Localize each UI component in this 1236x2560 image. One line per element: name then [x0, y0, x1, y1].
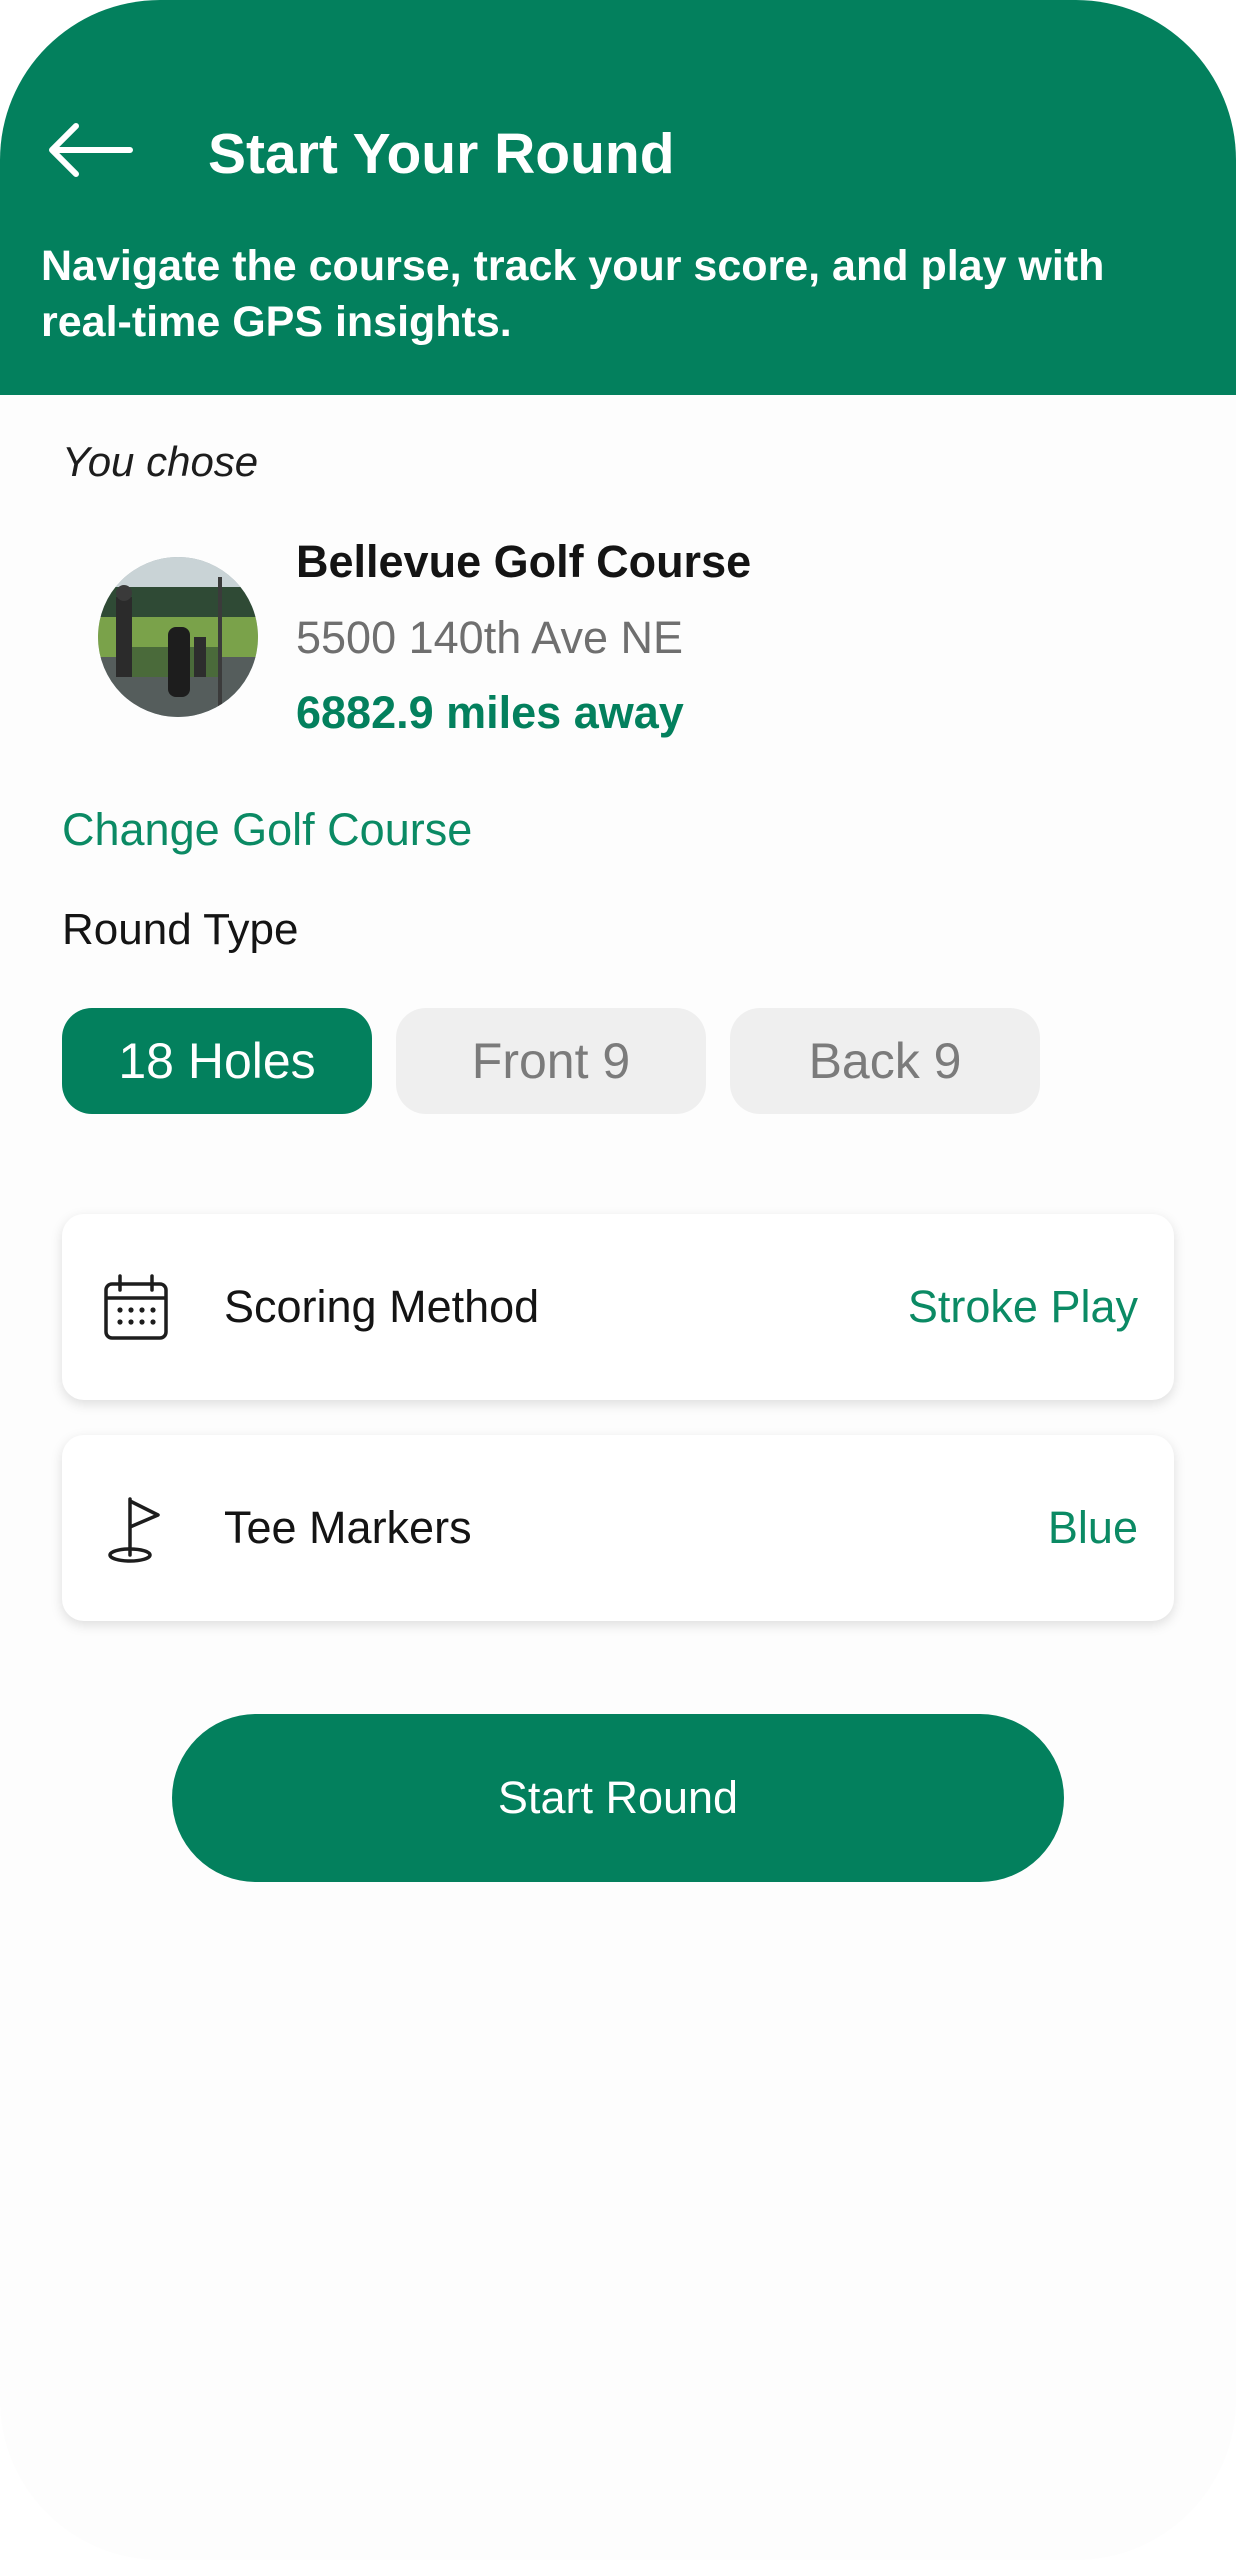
round-type-option-front-9[interactable]: Front 9: [396, 1008, 706, 1114]
start-round-button[interactable]: Start Round: [172, 1714, 1064, 1882]
back-button[interactable]: [44, 118, 136, 182]
calendar-icon: [100, 1272, 172, 1344]
scoring-method-label: Scoring Method: [224, 1281, 540, 1332]
scoring-method-value: Stroke Play: [907, 1281, 1138, 1332]
golf-flag-icon: [100, 1493, 172, 1565]
round-type-label: Round Type: [62, 905, 299, 954]
round-type-option-back-9[interactable]: Back 9: [730, 1008, 1040, 1114]
tee-markers-row[interactable]: Tee Markers Blue: [62, 1435, 1174, 1621]
app-screen: Start Your Round Navigate the course, tr…: [0, 0, 1236, 2560]
change-golf-course-link[interactable]: Change Golf Course: [62, 800, 472, 860]
tee-markers-value: Blue: [1047, 1502, 1138, 1553]
selection-intro: You chose: [62, 438, 259, 485]
course-name: Bellevue Golf Course: [296, 536, 752, 587]
course-address: 5500 140th Ave NE: [296, 612, 683, 663]
page-header: Start Your Round Navigate the course, tr…: [0, 0, 1236, 395]
course-photo: [98, 557, 258, 717]
scoring-method-row[interactable]: Scoring Method Stroke Play: [62, 1214, 1174, 1400]
page-title: Start Your Round: [208, 122, 675, 186]
page-subtitle: Navigate the course, track your score, a…: [41, 242, 1105, 346]
arrow-left-icon: [49, 123, 133, 177]
round-type-option-18-holes[interactable]: 18 Holes: [62, 1008, 372, 1114]
tee-markers-label: Tee Markers: [224, 1502, 472, 1553]
course-distance: 6882.9 miles away: [296, 687, 684, 738]
